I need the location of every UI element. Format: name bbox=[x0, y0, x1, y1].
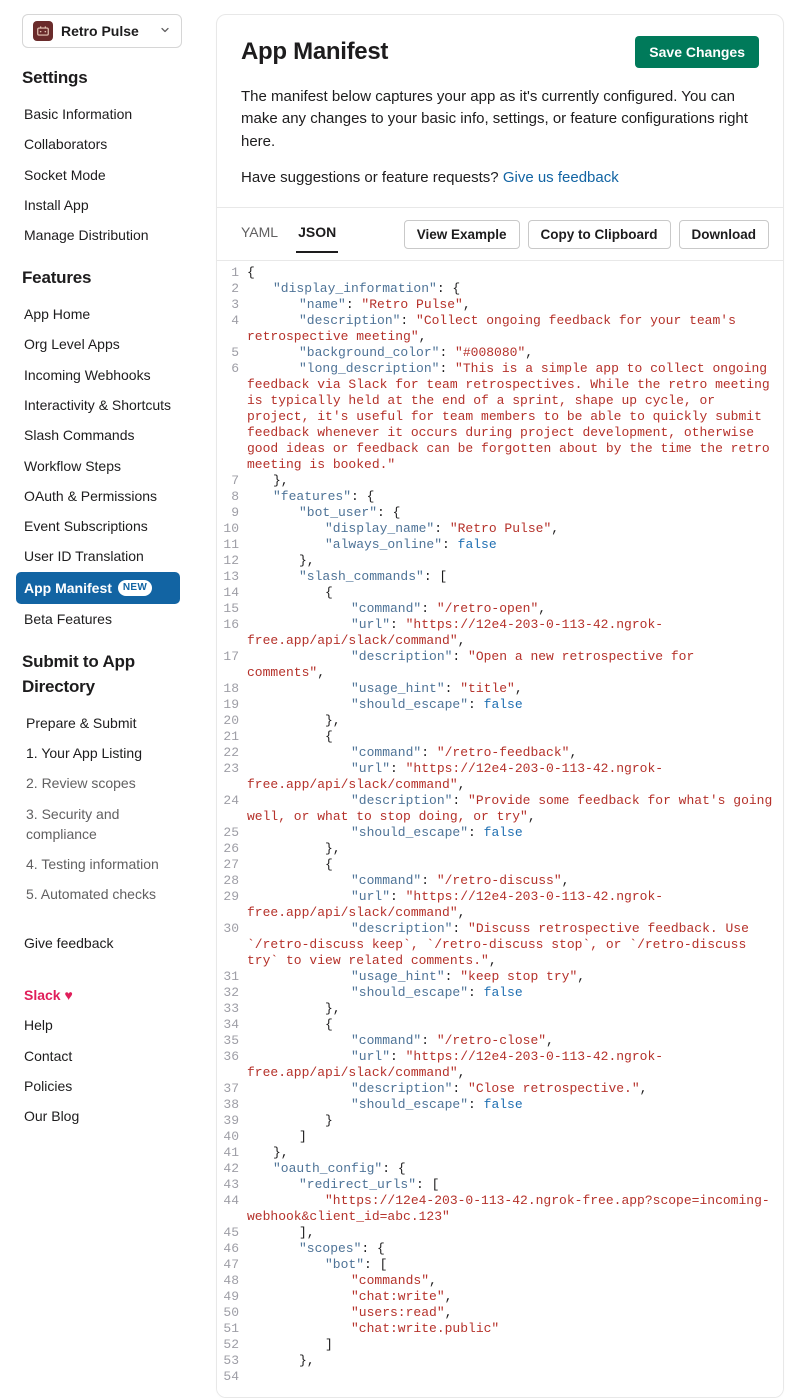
nav-item[interactable]: 3. Security and compliance bbox=[22, 799, 190, 850]
feedback-link[interactable]: Give us feedback bbox=[503, 169, 619, 186]
nav-heading-settings: Settings bbox=[22, 66, 190, 91]
nav-item[interactable]: Slash Commands bbox=[22, 420, 190, 450]
nav-item[interactable]: OAuth & Permissions bbox=[22, 481, 190, 511]
nav-item[interactable]: Our Blog bbox=[22, 1101, 190, 1131]
card-header: App Manifest Save Changes The manifest b… bbox=[217, 15, 783, 208]
feedback-prefix: Have suggestions or feature requests? bbox=[241, 169, 503, 186]
nav-heading-submit: Submit to App Directory bbox=[22, 650, 190, 699]
nav-app-manifest-label: App Manifest bbox=[24, 578, 112, 598]
editor-toolbar: YAML JSON View Example Copy to Clipboard… bbox=[217, 208, 783, 261]
page-title: App Manifest bbox=[241, 35, 388, 70]
code-editor[interactable]: 1234567891011121314151617181920212223242… bbox=[217, 261, 783, 1397]
nav-app-manifest[interactable]: App Manifest NEW bbox=[16, 572, 180, 604]
manifest-description: The manifest below captures your app as … bbox=[241, 86, 759, 154]
nav-item[interactable]: Policies bbox=[22, 1071, 190, 1101]
nav-item[interactable]: 4. Testing information bbox=[22, 849, 190, 879]
nav-item[interactable]: Prepare & Submit bbox=[22, 708, 190, 738]
nav-give-feedback[interactable]: Give feedback bbox=[22, 928, 190, 958]
manifest-card: App Manifest Save Changes The manifest b… bbox=[216, 14, 784, 1398]
nav-item[interactable]: Manage Distribution bbox=[22, 220, 190, 250]
save-button[interactable]: Save Changes bbox=[635, 36, 759, 68]
tab-json[interactable]: JSON bbox=[288, 216, 346, 252]
nav-item[interactable]: Help bbox=[22, 1010, 190, 1040]
nav-item[interactable]: Socket Mode bbox=[22, 160, 190, 190]
app-icon bbox=[33, 21, 53, 41]
nav-item[interactable]: Incoming Webhooks bbox=[22, 360, 190, 390]
feedback-line: Have suggestions or feature requests? Gi… bbox=[241, 167, 759, 189]
tab-yaml[interactable]: YAML bbox=[231, 216, 288, 252]
nav-item[interactable]: Basic Information bbox=[22, 99, 190, 129]
slack-heart: Slack ♥ bbox=[22, 980, 190, 1010]
nav-item[interactable]: 2. Review scopes bbox=[22, 768, 190, 798]
chevron-down-icon bbox=[159, 21, 171, 41]
sidebar: Retro Pulse Settings Basic InformationCo… bbox=[0, 0, 200, 1398]
nav-item[interactable]: 1. Your App Listing bbox=[22, 738, 190, 768]
nav-item[interactable]: Interactivity & Shortcuts bbox=[22, 390, 190, 420]
nav-item[interactable]: Org Level Apps bbox=[22, 329, 190, 359]
nav-item[interactable]: User ID Translation bbox=[22, 541, 190, 571]
nav-item[interactable]: 5. Automated checks bbox=[22, 879, 190, 909]
nav-item[interactable]: Install App bbox=[22, 190, 190, 220]
nav-item[interactable]: Collaborators bbox=[22, 129, 190, 159]
main-content: App Manifest Save Changes The manifest b… bbox=[200, 0, 800, 1398]
nav-item[interactable]: Contact bbox=[22, 1041, 190, 1071]
app-name: Retro Pulse bbox=[61, 21, 151, 41]
app-picker[interactable]: Retro Pulse bbox=[22, 14, 182, 48]
badge-new: NEW bbox=[118, 580, 152, 597]
nav-beta-features[interactable]: Beta Features bbox=[22, 604, 190, 634]
line-gutter: 1234567891011121314151617181920212223242… bbox=[217, 261, 245, 1397]
code-body[interactable]: {"display_information": {"name": "Retro … bbox=[245, 261, 783, 1397]
nav-heading-features: Features bbox=[22, 266, 190, 291]
nav-item[interactable]: App Home bbox=[22, 299, 190, 329]
nav-item[interactable]: Workflow Steps bbox=[22, 451, 190, 481]
copy-button[interactable]: Copy to Clipboard bbox=[528, 220, 671, 249]
view-example-button[interactable]: View Example bbox=[404, 220, 520, 249]
download-button[interactable]: Download bbox=[679, 220, 770, 249]
nav-item[interactable]: Event Subscriptions bbox=[22, 511, 190, 541]
format-tabs: YAML JSON bbox=[231, 216, 346, 252]
